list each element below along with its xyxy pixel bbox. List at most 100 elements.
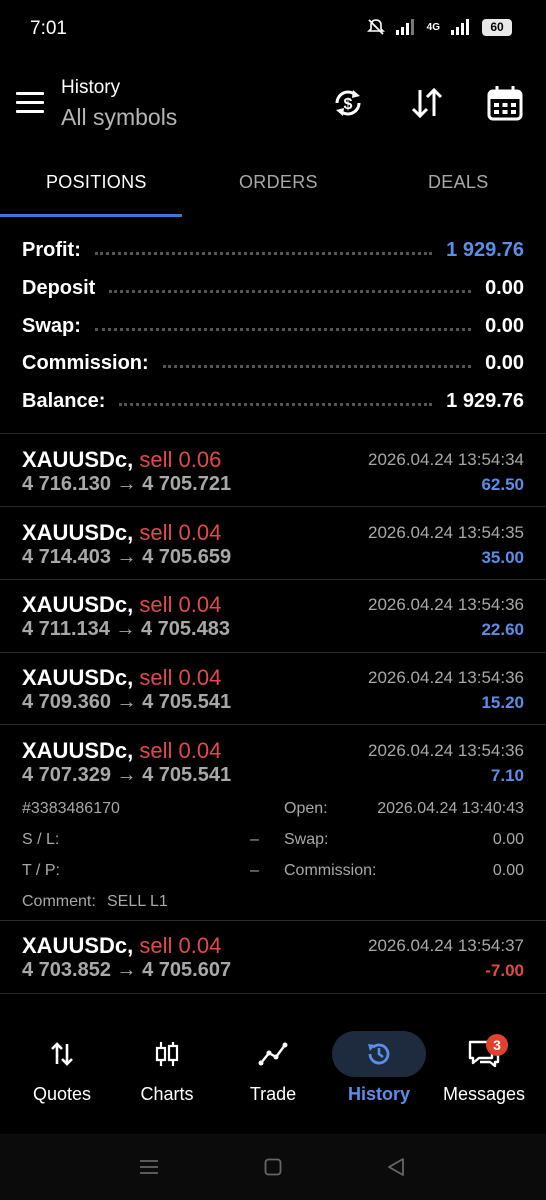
position-prices: 4 707.329 → 4 705.541 [22,764,232,786]
messages-badge: 3 [486,1034,508,1056]
nav-history[interactable]: History [329,1030,429,1110]
svg-text:$: $ [344,96,353,113]
position-row[interactable]: XAUUSDc, sell 0.06 2026.04.24 13:54:34 4… [0,447,546,503]
dotted-leader [119,402,433,406]
summary-label: Deposit [22,276,96,299]
history-icon [368,1043,390,1065]
tab-deals[interactable]: DEALS [428,172,489,193]
summary-label: Balance: [22,389,106,412]
summary-label: Profit: [22,238,81,261]
nav-label: Quotes [32,1084,92,1104]
active-tab-indicator [0,214,182,217]
status-time: 7:01 [30,18,67,39]
sync-icon[interactable]: $ [329,84,367,122]
position-row[interactable]: XAUUSDc, sell 0.04 2026.04.24 13:54:36 4… [0,592,546,648]
calendar-icon[interactable] [486,84,524,122]
position-symbol: XAUUSDc, [22,447,134,472]
detail-open-label: Open: [284,800,328,817]
position-profit: 35.00 [481,548,524,567]
position-prices: 4 709.360 → 4 705.541 [22,691,232,713]
detail-comment-label: Comment: [22,893,96,910]
sort-icon[interactable] [408,84,446,122]
position-side: sell 0.04 [139,592,222,617]
divider [0,920,546,921]
nav-label: Messages [442,1084,526,1104]
detail-tp-value: – [250,862,259,879]
divider [0,993,546,994]
position-profit: 7.10 [490,766,524,785]
position-time: 2026.04.24 13:54:36 [368,595,524,614]
position-profit: 62.50 [481,475,524,494]
position-row[interactable]: XAUUSDc, sell 0.04 2026.04.24 13:54:35 4… [0,520,546,576]
summary-value: 0.00 [485,351,524,374]
summary-profit: Profit: 1 929.76 [22,235,524,265]
home-icon[interactable] [264,1158,282,1176]
summary-value: 0.00 [485,314,524,337]
divider [0,724,546,725]
nav-quotes[interactable]: Quotes [12,1030,112,1110]
candlestick-chart-icon [155,1042,179,1066]
divider [0,652,546,653]
detail-sl-label: S / L: [22,831,60,848]
symbol-filter[interactable]: All symbols [61,104,177,131]
position-side: sell 0.04 [139,738,222,763]
nav-label: History [347,1084,410,1104]
position-prices: 4 714.403 → 4 705.659 [22,546,232,568]
position-symbol: XAUUSDc, [22,933,134,958]
tab-positions[interactable]: POSITIONS [46,172,147,193]
quotes-icon [51,1042,73,1066]
page-title: History [61,77,121,98]
detail-sl-value: – [250,831,259,848]
summary-value: 1 929.76 [446,238,524,261]
recent-apps-icon[interactable] [139,1158,159,1176]
menu-icon[interactable] [16,92,44,114]
summary-deposit: Deposit 0.00 [22,273,524,303]
tab-orders[interactable]: ORDERS [239,172,318,193]
position-row[interactable]: XAUUSDc, sell 0.04 2026.04.24 13:54:37 4… [0,933,546,989]
position-ticket: #3383486170 [22,800,120,817]
position-time: 2026.04.24 13:54:34 [368,450,524,469]
detail-tp-label: T / P: [22,862,60,879]
nav-trade[interactable]: Trade [223,1030,323,1110]
position-time: 2026.04.24 13:54:37 [368,936,524,955]
trade-line-icon [258,1042,288,1066]
dotted-leader [94,327,472,331]
divider [0,433,546,434]
position-profit: -7.00 [485,961,524,980]
signal-icon [395,19,414,35]
detail-comment-value: SELL L1 [107,893,168,910]
position-time: 2026.04.24 13:54:35 [368,523,524,542]
summary-commission: Commission: 0.00 [22,348,524,378]
nav-label: Trade [249,1084,297,1104]
position-profit: 15.20 [481,693,524,712]
mute-icon [366,19,385,35]
summary-value: 1 929.76 [446,389,524,412]
position-row[interactable]: XAUUSDc, sell 0.04 2026.04.24 13:54:36 4… [0,665,546,721]
divider [0,506,546,507]
position-time: 2026.04.24 13:54:36 [368,741,524,760]
summary-balance: Balance: 1 929.76 [22,386,524,416]
detail-commission-label: Commission: [284,862,377,879]
position-prices: 4 711.134 → 4 705.483 [22,618,230,640]
detail-swap-value: 0.00 [492,831,524,848]
position-side: sell 0.04 [139,933,222,958]
dotted-leader [162,364,472,368]
back-icon[interactable] [386,1157,406,1177]
summary-value: 0.00 [485,276,524,299]
position-row-expanded[interactable]: XAUUSDc, sell 0.04 2026.04.24 13:54:36 4… [0,738,546,913]
divider [0,579,546,580]
position-side: sell 0.04 [139,520,222,545]
detail-open-value: 2026.04.24 13:40:43 [377,800,524,817]
detail-commission-value: 0.00 [492,862,524,879]
position-symbol: XAUUSDc, [22,520,134,545]
position-side: sell 0.06 [139,447,222,472]
position-time: 2026.04.24 13:54:36 [368,668,524,687]
nav-messages[interactable]: Messages [434,1030,534,1110]
signal-icon-2 [451,19,469,35]
detail-swap-label: Swap: [284,831,329,848]
nav-charts[interactable]: Charts [117,1030,217,1110]
position-symbol: XAUUSDc, [22,738,134,763]
summary-swap: Swap: 0.00 [22,311,524,341]
position-prices: 4 716.130 → 4 705.721 [22,473,232,495]
position-profit: 22.60 [481,620,524,639]
